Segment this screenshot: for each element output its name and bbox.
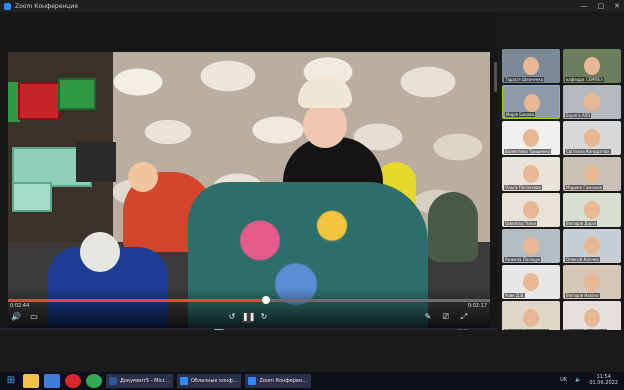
subtitles-icon[interactable]: ▭ (28, 311, 40, 323)
zoom-app-icon (4, 2, 11, 10)
dark-crate (76, 142, 116, 182)
taskbar-window-button[interactable]: Облачные конф... (176, 374, 242, 388)
participant-tile[interactable]: Валентина Тришенко (502, 121, 560, 155)
participant-tile[interactable]: Світлана Кондратюк (563, 121, 621, 155)
participant-video (523, 165, 539, 183)
edit-icon[interactable]: ✎ (422, 311, 434, 323)
close-button[interactable]: ✕ (614, 0, 620, 12)
rewind-icon[interactable]: ↺ (226, 311, 238, 323)
gallery-scrollbar[interactable] (494, 62, 497, 92)
participant-name: Марія Бакова (505, 112, 536, 117)
taskbar-window-button[interactable]: Документ5 - Micr... (106, 374, 173, 388)
participant-name: Вікторія Наліна (565, 293, 600, 298)
shared-video-frame[interactable] (8, 52, 490, 328)
chrome-icon[interactable] (86, 374, 102, 388)
app-icon (248, 377, 257, 385)
os-taskbar: ⊞ Документ5 - Micr... Облачные конф... Zoo… (0, 372, 624, 390)
participant-tile[interactable]: Марія Бакова (502, 85, 560, 119)
participant-name: Берега АЯЗ (565, 113, 592, 118)
system-clock[interactable]: 11:54 01.06.2022 (589, 374, 618, 386)
participant-video (523, 237, 539, 255)
participant-name: Valentina Tsven (504, 221, 538, 226)
participant-tile[interactable]: Берега АЯЗ (563, 85, 621, 119)
opera-icon[interactable] (65, 374, 81, 388)
red-crate (18, 82, 60, 120)
video-controls: 0:02:44 0:02:17 🔊 ▭ ↺ ❚❚ ↻ ✎ ⎚ ⤢ (8, 288, 490, 328)
app-icon (109, 377, 117, 385)
time-elapsed: 0:02:44 (10, 303, 30, 309)
fullscreen-icon[interactable]: ⤢ (458, 311, 470, 323)
system-tray: UK 🔈 11:54 01.06.2022 (560, 374, 618, 386)
child-head (128, 162, 158, 192)
participant-video (584, 165, 600, 183)
app-icon[interactable] (44, 374, 60, 388)
windows-start-icon[interactable]: ⊞ (4, 374, 18, 388)
green-bottle (428, 192, 478, 262)
participant-tile[interactable]: Усик Д.В. (502, 265, 560, 299)
maximize-button[interactable]: □ (598, 0, 605, 12)
zoom-window: Zoom Конференция — □ ✕ 0:02:44 0:02:17 🔊… (0, 0, 624, 372)
progress-bar[interactable] (8, 296, 490, 304)
taskbar-window-button[interactable]: Zoom Конферен... (245, 374, 312, 388)
participant-name: Марина Гаманюк (565, 185, 604, 190)
participant-video (584, 129, 600, 147)
participant-video (584, 93, 600, 111)
participant-tile[interactable]: кафедра СЕМПЕЗ (563, 49, 621, 83)
explorer-icon[interactable] (23, 374, 39, 388)
participant-tile[interactable]: Анжела Поліщук (502, 229, 560, 263)
participant-video (523, 57, 539, 75)
cast-icon[interactable]: ⎚ (440, 311, 452, 323)
participant-name: Усик Д.В. (504, 293, 526, 298)
participant-tile[interactable]: Вікторія Дарія (563, 193, 621, 227)
participant-tile[interactable]: Valentina Tsven (502, 193, 560, 227)
minimize-button[interactable]: — (581, 0, 588, 12)
participant-name: Ольга Поспєхова (504, 185, 542, 190)
pause-icon[interactable]: ❚❚ (242, 311, 255, 323)
main-video-area: 0:02:44 0:02:17 🔊 ▭ ↺ ❚❚ ↻ ✎ ⎚ ⤢ ⊞ Введи… (0, 12, 497, 372)
girl-face (303, 102, 347, 148)
participant-name: Тарасія Шевченко (504, 77, 545, 82)
time-remaining: 0:02:17 (467, 303, 487, 309)
speaker-icon[interactable]: 🔈 (575, 377, 581, 383)
mint-crate-small (12, 182, 52, 212)
window-title: Zoom Конференция (15, 2, 78, 10)
participant-name: кафедра СЕМПЕЗ (565, 77, 604, 82)
storage-shelf (8, 52, 116, 242)
clock-date: 01.06.2022 (589, 380, 618, 386)
task-label: Облачные конф... (190, 378, 238, 384)
participant-video (523, 273, 539, 291)
participant-gallery: Тарасія Шевченко кафедра СЕМПЕЗ Марія Бако… (497, 47, 624, 335)
participant-tile[interactable]: Марина Гаманюк (563, 157, 621, 191)
participant-tile[interactable]: Олексій Клочко (563, 229, 621, 263)
participant-video (584, 201, 600, 219)
progress-fill (8, 299, 266, 302)
window-titlebar: Zoom Конференция — □ ✕ (0, 0, 624, 12)
language-indicator[interactable]: UK (560, 377, 567, 383)
participant-name: Вікторія Дарія (565, 221, 598, 226)
zoom-footer (0, 330, 624, 372)
participant-name: Світлана Кондратюк (565, 149, 611, 154)
green-crate (58, 78, 96, 110)
participant-video (584, 309, 600, 327)
task-label: Документ5 - Micr... (120, 378, 169, 384)
participant-tile[interactable]: Вікторія Наліна (563, 265, 621, 299)
forward-icon[interactable]: ↻ (258, 311, 270, 323)
volume-icon[interactable]: 🔊 (10, 311, 22, 323)
participant-video (524, 94, 540, 112)
participant-name: Валентина Тришенко (504, 149, 552, 154)
participant-tile[interactable]: Тарасія Шевченко (502, 49, 560, 83)
participant-video (523, 129, 539, 147)
plush-toy (80, 232, 120, 272)
app-icon (179, 377, 188, 385)
participant-name: Анжела Поліщук (504, 257, 542, 262)
participant-video (584, 57, 600, 75)
participant-video (523, 309, 539, 327)
progress-thumb[interactable] (261, 296, 270, 304)
participant-video (584, 273, 600, 291)
participant-video (523, 201, 539, 219)
participant-name: Олексій Клочко (565, 257, 600, 262)
task-label: Zoom Конферен... (259, 378, 308, 384)
participant-video (584, 237, 600, 255)
participant-tile[interactable]: Ольга Поспєхова (502, 157, 560, 191)
